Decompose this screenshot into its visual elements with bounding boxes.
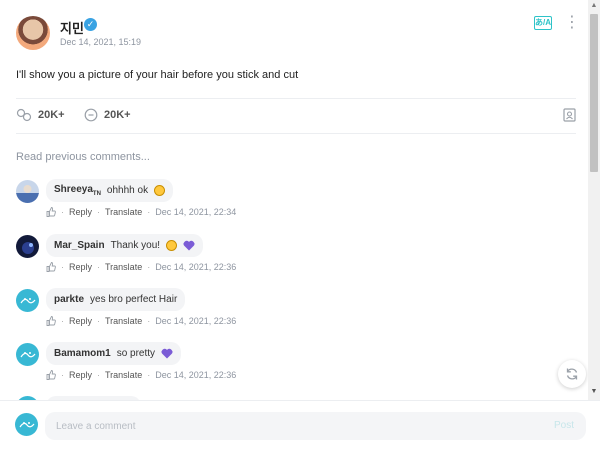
- comment-composer: Post: [0, 400, 600, 449]
- comment-text: Thank you!: [110, 240, 161, 251]
- comment-timestamp: Dec 14, 2021, 22:36: [155, 370, 237, 380]
- separator: ·: [61, 370, 64, 380]
- separator: ·: [147, 207, 151, 217]
- current-user-avatar: [15, 413, 38, 436]
- thumbs-up-icon[interactable]: [46, 207, 56, 217]
- comment-text: yes bro perfect Hair: [90, 294, 178, 305]
- refresh-button[interactable]: [558, 360, 586, 388]
- comment-bubble: ShreeyaTN ohhhh ok: [46, 179, 174, 202]
- scrollbar-thumb[interactable]: [590, 14, 598, 172]
- translate-button[interactable]: Translate: [105, 207, 142, 217]
- thumbs-up-icon[interactable]: [46, 262, 56, 272]
- comment-timestamp: Dec 14, 2021, 22:36: [155, 316, 237, 326]
- purple-heart-icon: [161, 348, 173, 359]
- like-stat[interactable]: 20K+: [16, 108, 65, 122]
- post-date: Dec 14, 2021, 15:19: [60, 37, 142, 47]
- scroll-down-arrow-icon[interactable]: ▼: [590, 388, 598, 396]
- share-icon[interactable]: [563, 108, 576, 122]
- comment-timestamp: Dec 14, 2021, 22:36: [155, 262, 237, 272]
- verified-badge-icon: ✓: [84, 18, 97, 31]
- comment-actions: · Reply · Translate · Dec 14, 2021, 22:3…: [46, 316, 236, 326]
- comment-input[interactable]: [45, 412, 586, 440]
- reply-button[interactable]: Reply: [69, 262, 92, 272]
- comment-item: parkte yes bro perfect Hair · Reply · Tr…: [16, 288, 556, 339]
- comment-item: Bamamom1 so pretty · Reply · Translate ·…: [16, 342, 556, 393]
- commenter-name[interactable]: Mar_Spain: [54, 240, 105, 251]
- vertical-scrollbar[interactable]: ▲ ▼: [588, 0, 600, 400]
- separator: ·: [97, 316, 101, 326]
- like-count: 20K+: [38, 109, 65, 121]
- separator: ·: [61, 262, 64, 272]
- refresh-icon: [566, 368, 578, 380]
- divider: [16, 98, 576, 99]
- translate-icon[interactable]: あ/A: [534, 16, 552, 30]
- separator: ·: [97, 207, 101, 217]
- thumbs-up-icon[interactable]: [46, 316, 56, 326]
- commenter-avatar[interactable]: [16, 289, 39, 312]
- post-button[interactable]: Post: [554, 420, 574, 431]
- like-icon: [16, 108, 32, 122]
- comment-panel[interactable]: 지민 ✓ Dec 14, 2021, 15:19 あ/A ⋮ I'll show…: [0, 0, 588, 400]
- comment-actions: · Reply · Translate · Dec 14, 2021, 22:3…: [46, 207, 236, 217]
- separator: ·: [147, 262, 151, 272]
- comment-text: so pretty: [116, 348, 156, 359]
- separator: ·: [61, 207, 64, 217]
- comment-item: Mar_Spain Thank you! · Reply · Translate…: [16, 234, 556, 285]
- comment-item: ShreeyaTN ohhhh ok · Reply · Translate ·…: [16, 179, 556, 230]
- comment-text: ohhhh ok: [106, 185, 149, 196]
- more-options-icon[interactable]: ⋮: [564, 14, 580, 32]
- comment-icon: [84, 108, 98, 122]
- commenter-name[interactable]: Bamamom1: [54, 348, 111, 359]
- reply-button[interactable]: Reply: [69, 207, 92, 217]
- purple-heart-icon: [183, 240, 195, 251]
- author-avatar[interactable]: [16, 16, 50, 50]
- commenter-name[interactable]: parkte: [54, 294, 84, 305]
- commenter-avatar[interactable]: [16, 235, 39, 258]
- comment-bubble: Mar_Spain Thank you!: [46, 234, 204, 257]
- separator: ·: [147, 370, 151, 380]
- divider: [16, 133, 576, 134]
- post-header: 지민 ✓ Dec 14, 2021, 15:19 あ/A ⋮: [16, 14, 580, 52]
- scroll-up-arrow-icon[interactable]: ▲: [590, 2, 598, 10]
- thumbs-up-icon[interactable]: [46, 370, 56, 380]
- separator: ·: [97, 370, 101, 380]
- comment-stat[interactable]: 20K+: [84, 108, 131, 122]
- separator: ·: [61, 316, 64, 326]
- smile-emoji-icon: [154, 185, 166, 196]
- comment-bubble: Bamamom1 so pretty: [46, 342, 182, 365]
- comment-bubble: parkte yes bro perfect Hair: [46, 288, 186, 311]
- reply-button[interactable]: Reply: [69, 370, 92, 380]
- separator: ·: [147, 316, 151, 326]
- smile-emoji-icon: [166, 240, 178, 251]
- author-name[interactable]: 지민: [60, 18, 84, 37]
- separator: ·: [97, 262, 101, 272]
- comment-actions: · Reply · Translate · Dec 14, 2021, 22:3…: [46, 262, 236, 272]
- commenter-avatar[interactable]: [16, 343, 39, 366]
- translate-button[interactable]: Translate: [105, 262, 142, 272]
- reply-button[interactable]: Reply: [69, 316, 92, 326]
- post-stats: 20K+ 20K+: [16, 108, 576, 128]
- post-body: I'll show you a picture of your hair bef…: [16, 69, 299, 81]
- comment-timestamp: Dec 14, 2021, 22:34: [155, 207, 237, 217]
- translate-button[interactable]: Translate: [105, 370, 142, 380]
- commenter-avatar[interactable]: [16, 180, 39, 203]
- read-previous-comments-link[interactable]: Read previous comments...: [16, 151, 150, 163]
- commenter-name[interactable]: ShreeyaTN: [54, 184, 101, 197]
- comment-actions: · Reply · Translate · Dec 14, 2021, 22:3…: [46, 370, 236, 380]
- comment-count: 20K+: [104, 109, 131, 121]
- translate-button[interactable]: Translate: [105, 316, 142, 326]
